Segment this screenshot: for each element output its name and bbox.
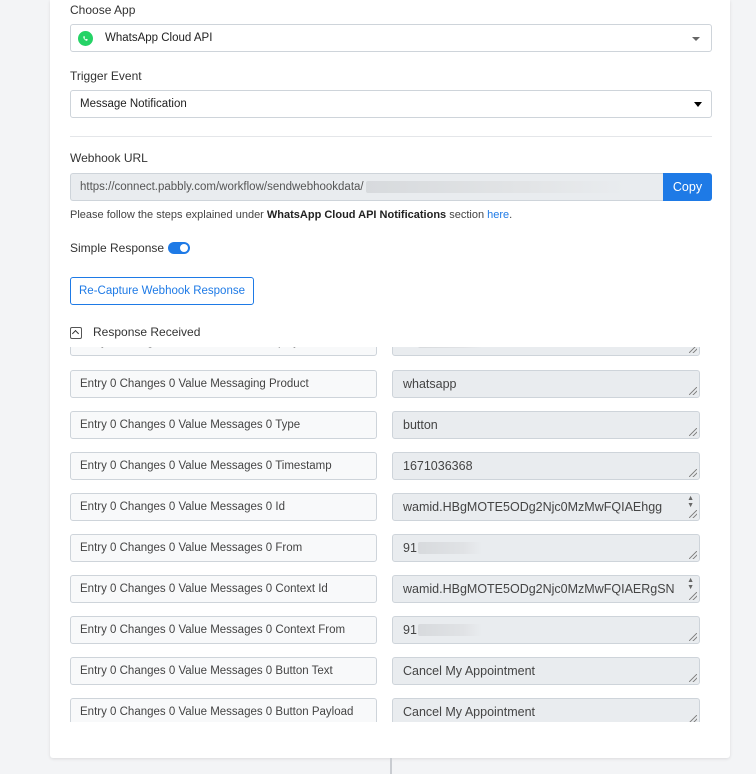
- choose-app-label: Choose App: [70, 3, 136, 17]
- help-note: Please follow the steps explained under …: [70, 209, 512, 221]
- spinner-arrows-icon[interactable]: ▲ ▼: [687, 495, 694, 509]
- response-value: Cancel My Appointment: [403, 664, 536, 678]
- simple-response-label: Simple Response: [70, 241, 165, 255]
- help-link[interactable]: here: [487, 209, 509, 221]
- resize-grip-icon[interactable]: [689, 674, 697, 682]
- response-key: Entry 0 Changes 0 Value Messages 0 Times…: [70, 452, 377, 480]
- trigger-event-select[interactable]: Message Notification: [70, 90, 712, 118]
- redacted-value: [417, 624, 482, 636]
- webhook-url-field[interactable]: https://connect.pabbly.com/workflow/send…: [70, 173, 664, 201]
- trigger-event-value: Message Notification: [80, 98, 187, 110]
- response-row: Entry 0 Changes 0 Value Messages 0 Butto…: [70, 657, 710, 685]
- resize-grip-icon[interactable]: [689, 387, 697, 395]
- resize-grip-icon[interactable]: [689, 715, 697, 722]
- simple-response-toggle[interactable]: [168, 242, 190, 254]
- response-key: Entry 0 Changes 0 Value Messages 0 Conte…: [70, 575, 377, 603]
- response-value-field[interactable]: Cancel My Appointment: [392, 698, 700, 722]
- chevron-down-icon: [692, 37, 700, 41]
- step-card: Choose App WhatsApp Cloud API Trigger Ev…: [50, 0, 730, 758]
- response-key: Entry 0 Changes 0 Value Messaging Produc…: [70, 370, 377, 398]
- workflow-connector-line: [390, 758, 392, 774]
- response-row: Entry 0 Changes 0 Value Messaging Produc…: [70, 370, 710, 398]
- response-row: Entry 0 Changes 0 Value Metadata Display…: [70, 347, 710, 356]
- response-key: Entry 0 Changes 0 Value Messages 0 Butto…: [70, 657, 377, 685]
- redacted-value: [417, 347, 482, 348]
- response-value: wamid.HBgMOTE5ODg2Njc0MzMwFQIAERgSN: [403, 582, 675, 596]
- response-key: Entry 0 Changes 0 Value Messages 0 Id: [70, 493, 377, 521]
- response-value: 1671036368: [403, 459, 473, 473]
- response-value: button: [403, 418, 438, 432]
- choose-app-select[interactable]: WhatsApp Cloud API: [70, 24, 712, 52]
- response-row: Entry 0 Changes 0 Value Messages 0 Butto…: [70, 698, 710, 722]
- webhook-url-label: Webhook URL: [70, 151, 148, 165]
- collapse-icon[interactable]: [70, 327, 82, 339]
- response-value-field[interactable]: Cancel My Appointment: [392, 657, 700, 685]
- response-key: Entry 0 Changes 0 Value Messages 0 Butto…: [70, 698, 377, 722]
- help-note-prefix: Please follow the steps explained under: [70, 209, 267, 221]
- response-row: Entry 0 Changes 0 Value Messages 0 Type …: [70, 411, 710, 439]
- response-key: Entry 0 Changes 0 Value Messages 0 From: [70, 534, 377, 562]
- response-row: Entry 0 Changes 0 Value Messages 0 Conte…: [70, 616, 710, 644]
- copy-button[interactable]: Copy: [663, 173, 712, 201]
- response-row: Entry 0 Changes 0 Value Messages 0 Id wa…: [70, 493, 710, 521]
- response-value: 91: [403, 623, 417, 637]
- response-received-label: Response Received: [93, 325, 201, 339]
- response-value-field[interactable]: 91: [392, 616, 700, 644]
- response-key: Entry 0 Changes 0 Value Metadata Display…: [70, 347, 377, 356]
- response-value: whatsapp: [403, 377, 457, 391]
- resize-grip-icon[interactable]: [689, 633, 697, 641]
- response-value: 91: [403, 541, 417, 555]
- response-value-field[interactable]: 91: [392, 347, 700, 356]
- whatsapp-icon: [78, 30, 93, 46]
- response-value: 91: [403, 347, 417, 349]
- spinner-arrows-icon[interactable]: ▲ ▼: [687, 577, 694, 591]
- response-row: Entry 0 Changes 0 Value Messages 0 Conte…: [70, 575, 710, 603]
- resize-grip-icon[interactable]: [689, 551, 697, 559]
- divider: [70, 136, 712, 137]
- response-value-field[interactable]: button: [392, 411, 700, 439]
- response-value-field[interactable]: wamid.HBgMOTE5ODg2Njc0MzMwFQIAEhgg ▲ ▼: [392, 493, 700, 521]
- resize-grip-icon[interactable]: [689, 428, 697, 436]
- response-key: Entry 0 Changes 0 Value Messages 0 Type: [70, 411, 377, 439]
- chevron-down-icon: [694, 102, 702, 107]
- redacted-url-segment: [365, 181, 626, 193]
- response-row: Entry 0 Changes 0 Value Messages 0 From …: [70, 534, 710, 562]
- resize-grip-icon[interactable]: [689, 592, 697, 600]
- help-note-suffix: .: [509, 209, 513, 221]
- response-key: Entry 0 Changes 0 Value Messages 0 Conte…: [70, 616, 377, 644]
- response-value-field[interactable]: wamid.HBgMOTE5ODg2Njc0MzMwFQIAERgSN ▲ ▼: [392, 575, 700, 603]
- response-value-field[interactable]: 1671036368: [392, 452, 700, 480]
- resize-grip-icon[interactable]: [689, 469, 697, 477]
- response-row: Entry 0 Changes 0 Value Messages 0 Times…: [70, 452, 710, 480]
- response-list[interactable]: Entry 0 Changes 0 Value Metadata Display…: [70, 347, 714, 722]
- response-value-field[interactable]: whatsapp: [392, 370, 700, 398]
- recapture-webhook-button[interactable]: Re-Capture Webhook Response: [70, 277, 254, 305]
- response-value: wamid.HBgMOTE5ODg2Njc0MzMwFQIAEhgg: [403, 500, 663, 514]
- webhook-url-text: https://connect.pabbly.com/workflow/send…: [80, 181, 364, 193]
- response-value: Cancel My Appointment: [403, 705, 536, 719]
- choose-app-value: WhatsApp Cloud API: [105, 32, 213, 44]
- trigger-event-label: Trigger Event: [70, 69, 142, 83]
- resize-grip-icon[interactable]: [689, 347, 697, 353]
- response-value-field[interactable]: 91: [392, 534, 700, 562]
- resize-grip-icon[interactable]: [689, 510, 697, 518]
- redacted-value: [417, 542, 482, 554]
- help-note-middle: section: [446, 209, 488, 221]
- help-note-bold: WhatsApp Cloud API Notifications: [266, 209, 447, 221]
